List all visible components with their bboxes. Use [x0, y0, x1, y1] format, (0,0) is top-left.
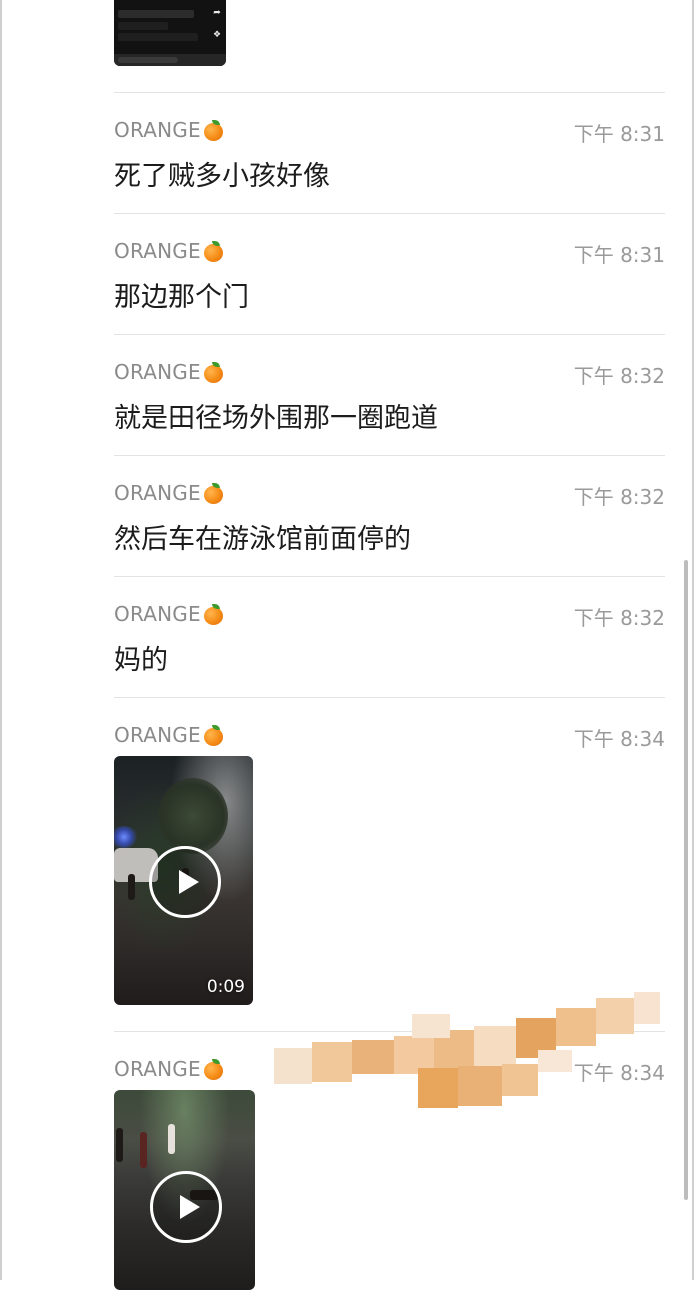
sender-name: ORANGE	[114, 239, 224, 263]
message-time: 下午 8:32	[573, 485, 665, 509]
orange-icon	[203, 361, 224, 383]
play-icon[interactable]	[148, 845, 221, 918]
scene-person	[140, 1132, 147, 1168]
orange-icon	[203, 1058, 224, 1080]
video-thumbnail[interactable]: 0:09	[114, 756, 253, 1005]
sender-name: ORANGE	[114, 1057, 224, 1081]
sender-name: ORANGE	[114, 602, 224, 626]
thumbnail-banner	[118, 10, 194, 18]
sender-name: ORANGE	[114, 118, 224, 142]
sender-label: ORANGE	[114, 602, 201, 626]
message-divider	[114, 576, 665, 577]
message-time: 下午 8:31	[573, 243, 665, 267]
sender-label: ORANGE	[114, 1057, 201, 1081]
scrollbar[interactable]	[684, 560, 688, 1200]
message-text[interactable]: 就是田径场外围那一圈跑道	[114, 396, 438, 435]
message-time: 下午 8:32	[573, 364, 665, 388]
thumbnail-input-bar	[114, 54, 226, 66]
message-text[interactable]: 死了贼多小孩好像	[114, 154, 330, 193]
message-time: 下午 8:32	[573, 606, 665, 630]
message-time: 下午 8:34	[573, 727, 665, 751]
shared-screenshot-thumbnail[interactable]: ➦ ❖	[114, 0, 226, 66]
message-divider	[114, 334, 665, 335]
sender-name: ORANGE	[114, 360, 224, 384]
video-thumbnail[interactable]	[114, 1090, 255, 1290]
grid-icon: ❖	[212, 30, 222, 40]
message-divider	[114, 92, 665, 93]
sender-name: ORANGE	[114, 723, 224, 747]
sender-name: ORANGE	[114, 481, 224, 505]
sender-label: ORANGE	[114, 481, 201, 505]
scene-police-light	[114, 826, 138, 848]
orange-icon	[203, 240, 224, 262]
sender-label: ORANGE	[114, 239, 201, 263]
message-text[interactable]: 那边那个门	[114, 275, 249, 314]
play-icon[interactable]	[149, 1171, 222, 1243]
sender-label: ORANGE	[114, 360, 201, 384]
message-text[interactable]: 然后车在游泳馆前面停的	[114, 517, 411, 556]
share-icon: ➦	[213, 8, 221, 18]
sender-label: ORANGE	[114, 118, 201, 142]
thumbnail-line	[118, 33, 198, 41]
scene-person	[168, 1124, 175, 1154]
orange-icon	[203, 603, 224, 625]
scene-person	[128, 874, 135, 900]
orange-icon	[203, 119, 224, 141]
sender-label: ORANGE	[114, 723, 201, 747]
window-left-edge	[0, 0, 2, 1280]
scene-tree	[158, 778, 228, 854]
message-divider	[114, 697, 665, 698]
thumbnail-line	[118, 22, 168, 30]
message-time: 下午 8:31	[573, 122, 665, 146]
message-text[interactable]: 妈的	[114, 638, 168, 677]
orange-icon	[203, 724, 224, 746]
video-duration: 0:09	[206, 977, 245, 997]
message-divider	[114, 455, 665, 456]
pixelated-redaction	[272, 990, 672, 1110]
orange-icon	[203, 482, 224, 504]
message-divider	[114, 213, 665, 214]
scene-person	[116, 1128, 123, 1162]
